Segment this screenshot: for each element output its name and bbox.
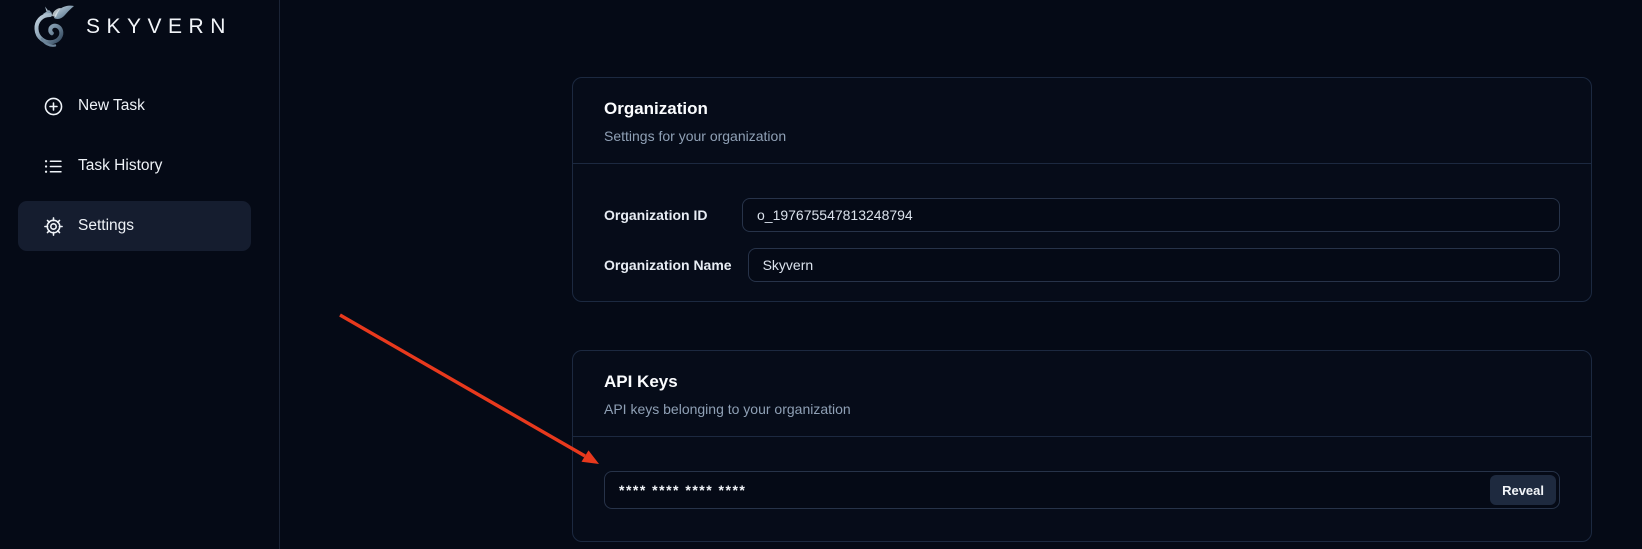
skyvern-dragon-icon <box>28 3 76 51</box>
reveal-button[interactable]: Reveal <box>1490 475 1556 505</box>
organization-card-content: Organization ID Organization Name <box>573 164 1591 282</box>
organization-name-row: Organization Name <box>604 248 1560 282</box>
organization-id-row: Organization ID <box>604 198 1560 232</box>
organization-name-input[interactable] <box>748 248 1560 282</box>
organization-id-label: Organization ID <box>604 207 726 223</box>
sidebar-item-new-task[interactable]: New Task <box>18 81 251 131</box>
app-name: SKYVERN <box>86 15 232 39</box>
api-keys-card: API Keys API keys belonging to your orga… <box>572 350 1592 542</box>
sidebar-item-settings[interactable]: Settings <box>18 201 251 251</box>
organization-card-header: Organization Settings for your organizat… <box>573 78 1591 164</box>
organization-title: Organization <box>604 98 1560 120</box>
sidebar: SKYVERN New Task Task History <box>0 0 280 549</box>
organization-id-input[interactable] <box>742 198 1560 232</box>
api-keys-card-header: API Keys API keys belonging to your orga… <box>573 351 1591 437</box>
api-keys-card-content: Reveal <box>573 437 1591 509</box>
sidebar-nav: New Task Task History Settings <box>0 81 279 251</box>
api-key-row: Reveal <box>604 471 1560 509</box>
gear-icon <box>43 216 64 237</box>
organization-name-label: Organization Name <box>604 257 732 273</box>
api-keys-title: API Keys <box>604 371 1560 393</box>
plus-circle-icon <box>43 96 64 117</box>
sidebar-item-label: New Task <box>78 97 145 115</box>
app-logo[interactable]: SKYVERN <box>28 2 232 52</box>
sidebar-item-label: Settings <box>78 217 134 235</box>
list-icon <box>43 156 64 177</box>
sidebar-item-task-history[interactable]: Task History <box>18 141 251 191</box>
organization-card: Organization Settings for your organizat… <box>572 77 1592 302</box>
api-keys-subtitle: API keys belonging to your organization <box>604 401 1560 417</box>
organization-subtitle: Settings for your organization <box>604 128 1560 144</box>
sidebar-item-label: Task History <box>78 157 162 175</box>
api-key-masked-input[interactable] <box>604 471 1560 509</box>
